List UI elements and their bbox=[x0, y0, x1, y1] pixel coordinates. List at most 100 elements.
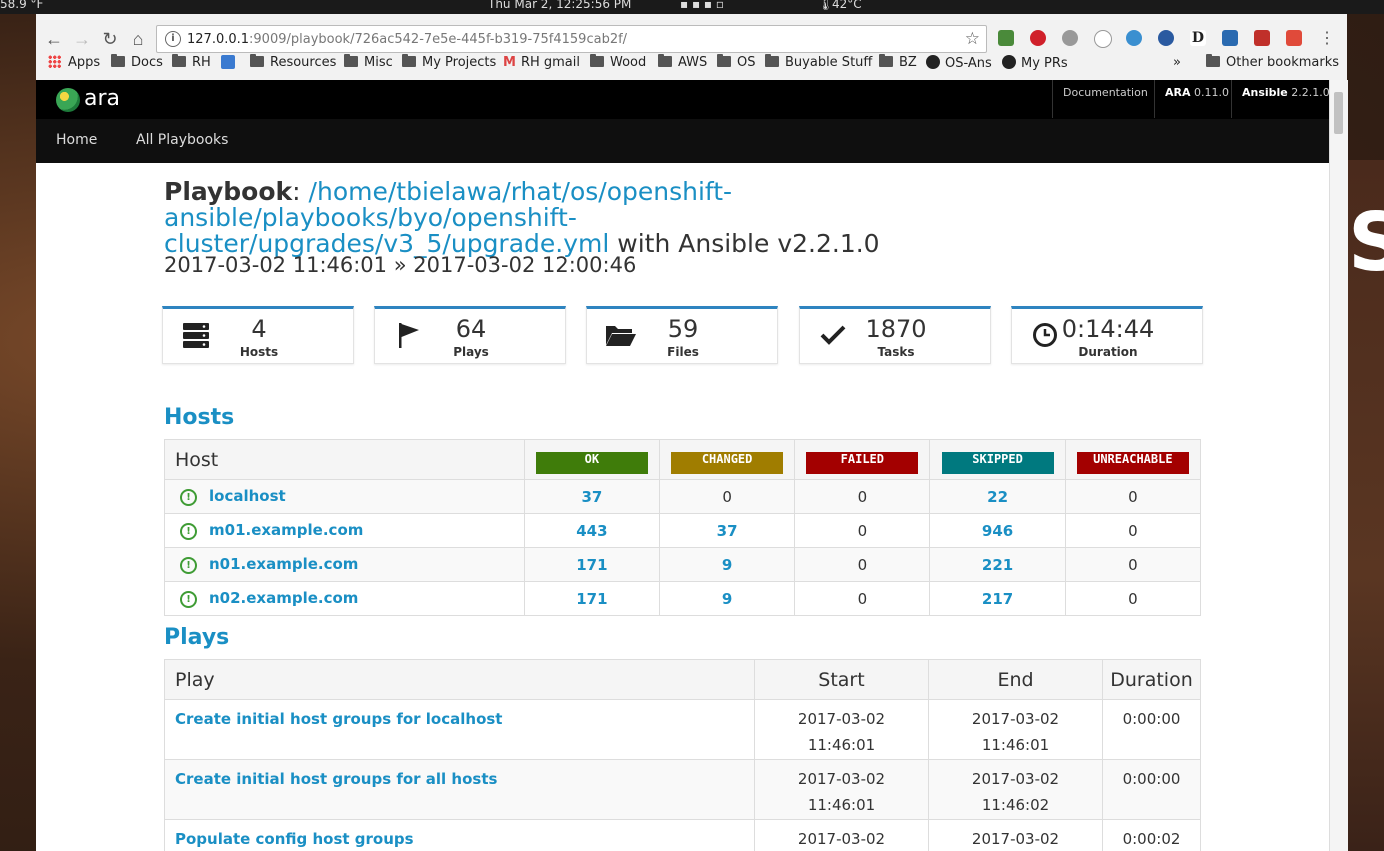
host-link[interactable]: localhost bbox=[209, 487, 286, 505]
host-link[interactable]: n01.example.com bbox=[209, 555, 358, 573]
opera-icon[interactable] bbox=[1030, 30, 1046, 46]
desktop-wallpaper-glyph: S bbox=[1348, 196, 1384, 289]
failed-badge: FAILED bbox=[806, 451, 919, 474]
system-clock[interactable]: Thu Mar 2, 12:25:56 PM bbox=[488, 0, 631, 11]
column-header-end[interactable]: End bbox=[928, 659, 1103, 700]
documentation-link[interactable]: Documentation bbox=[1052, 80, 1158, 118]
google-icon[interactable] bbox=[1094, 30, 1112, 48]
stat-files[interactable]: 59 Files bbox=[586, 306, 778, 364]
ok-count-link[interactable]: 171 bbox=[576, 590, 607, 608]
unreachable-count-cell: 0 bbox=[1064, 513, 1202, 548]
reload-icon[interactable]: ↻ bbox=[99, 28, 121, 50]
changed-count-link[interactable]: 9 bbox=[722, 556, 732, 574]
play-link[interactable]: Populate config host groups bbox=[175, 830, 414, 848]
globe-icon[interactable] bbox=[1158, 30, 1174, 46]
stat-value: 1870 bbox=[865, 315, 927, 343]
page-scrollbar[interactable] bbox=[1329, 80, 1348, 851]
calendar-icon bbox=[221, 55, 235, 69]
skipped-count-link[interactable]: 946 bbox=[982, 522, 1013, 540]
changed-count-link[interactable]: 9 bbox=[722, 590, 732, 608]
logo-text: ara bbox=[84, 86, 121, 111]
play-link[interactable]: Create initial host groups for localhost bbox=[175, 710, 502, 728]
play-end-cell: 2017-03-02 bbox=[928, 819, 1103, 851]
stat-duration[interactable]: 0:14:44 Duration bbox=[1011, 306, 1203, 364]
column-header-unreachable[interactable]: UNREACHABLE bbox=[1064, 439, 1202, 480]
changed-count-cell: 9 bbox=[658, 547, 796, 582]
ok-badge: OK bbox=[535, 451, 648, 474]
ok-count-link[interactable]: 443 bbox=[576, 522, 607, 540]
bookmark-docs[interactable]: Docs bbox=[111, 54, 163, 70]
dict-icon[interactable]: D bbox=[1190, 30, 1206, 46]
stat-plays[interactable]: 64 Plays bbox=[374, 306, 566, 364]
column-header-duration[interactable]: Duration bbox=[1102, 659, 1201, 700]
bookmark-apps[interactable]: Apps bbox=[48, 55, 100, 70]
bookmark-bz[interactable]: BZ bbox=[879, 54, 917, 70]
print-icon[interactable] bbox=[1286, 30, 1302, 46]
stat-label: Hosts bbox=[239, 345, 279, 359]
failed-count-cell: 0 bbox=[794, 479, 931, 514]
extension-icon[interactable] bbox=[1222, 30, 1238, 46]
bookmark-my-prs[interactable]: My PRs bbox=[1002, 55, 1068, 71]
host-link[interactable]: n02.example.com bbox=[209, 589, 358, 607]
skipped-count-link[interactable]: 22 bbox=[987, 488, 1008, 506]
extension-icon[interactable] bbox=[1062, 30, 1078, 46]
bookmark-rh-gmail[interactable]: M RH gmail bbox=[503, 55, 580, 70]
host-link[interactable]: m01.example.com bbox=[209, 521, 363, 539]
scrollbar-thumb[interactable] bbox=[1334, 92, 1343, 134]
play-link[interactable]: Create initial host groups for all hosts bbox=[175, 770, 497, 788]
column-header-failed[interactable]: FAILED bbox=[794, 439, 931, 480]
ok-count-cell: 171 bbox=[523, 581, 661, 616]
skipped-count-link[interactable]: 221 bbox=[982, 556, 1013, 574]
stat-hosts[interactable]: 4 Hosts bbox=[162, 306, 354, 364]
address-bar[interactable]: i 127.0.0.1:9009/playbook/726ac542-7e5e-… bbox=[156, 25, 987, 53]
host-cell: ! n02.example.com bbox=[164, 581, 525, 616]
bookmark-my-projects[interactable]: My Projects bbox=[402, 54, 496, 70]
bookmark-resources[interactable]: Resources bbox=[250, 54, 336, 70]
bookmark-star-icon[interactable]: ☆ bbox=[965, 29, 980, 49]
changed-count-cell: 9 bbox=[658, 581, 796, 616]
table-row: ! m01.example.com 443 37 0 946 0 bbox=[164, 513, 1202, 548]
stat-label: Tasks bbox=[877, 345, 915, 359]
menu-icon[interactable]: ⋮ bbox=[1316, 28, 1338, 50]
ok-count-cell: 443 bbox=[523, 513, 661, 548]
stat-value: 0:14:44 bbox=[1061, 315, 1155, 343]
nav-all-playbooks[interactable]: All Playbooks bbox=[136, 132, 228, 148]
column-header-ok[interactable]: OK bbox=[523, 439, 661, 480]
column-header-play[interactable]: Play bbox=[164, 659, 755, 700]
bookmark-aws[interactable]: AWS bbox=[658, 54, 707, 70]
bookmark-buyable-stuff[interactable]: Buyable Stuff bbox=[765, 54, 872, 70]
column-header-changed[interactable]: CHANGED bbox=[658, 439, 796, 480]
bookmark-os[interactable]: OS bbox=[717, 54, 755, 70]
ok-count-link[interactable]: 171 bbox=[576, 556, 607, 574]
host-cell: ! m01.example.com bbox=[164, 513, 525, 548]
nav-home[interactable]: Home bbox=[56, 132, 97, 148]
back-icon[interactable]: ← bbox=[43, 28, 65, 50]
column-header-host[interactable]: Host bbox=[164, 439, 525, 480]
info-icon[interactable]: i bbox=[165, 31, 181, 47]
bookmark-wood[interactable]: Wood bbox=[590, 54, 646, 70]
bookmark-other[interactable]: Other bookmarks bbox=[1206, 54, 1339, 70]
extension-icon[interactable] bbox=[998, 30, 1014, 46]
home-icon[interactable]: ⌂ bbox=[127, 28, 149, 50]
bookmark-misc[interactable]: Misc bbox=[344, 54, 393, 70]
bookmarks-overflow[interactable]: » bbox=[1173, 55, 1181, 70]
sync-icon[interactable] bbox=[1126, 30, 1142, 46]
bookmark-rh[interactable]: RH bbox=[172, 54, 211, 70]
column-header-start[interactable]: Start bbox=[754, 659, 929, 700]
skipped-count-link[interactable]: 217 bbox=[982, 590, 1013, 608]
ok-count-link[interactable]: 37 bbox=[581, 488, 602, 506]
url-text[interactable]: 127.0.0.1:9009/playbook/726ac542-7e5e-44… bbox=[187, 32, 627, 47]
bookmark-os-ans[interactable]: OS-Ans bbox=[926, 55, 992, 71]
extension-icon[interactable] bbox=[1254, 30, 1270, 46]
folder-icon bbox=[344, 54, 358, 67]
play-start-cell: 2017-03-02 bbox=[754, 819, 929, 851]
bookmarks-bar: Apps Docs RH Resources Misc My Projects … bbox=[36, 52, 1347, 76]
folder-icon bbox=[111, 54, 125, 67]
gmail-icon: M bbox=[503, 55, 516, 70]
changed-count-cell: 37 bbox=[658, 513, 796, 548]
column-header-skipped[interactable]: SKIPPED bbox=[929, 439, 1066, 480]
changed-count-link[interactable]: 37 bbox=[717, 522, 738, 540]
stat-tasks[interactable]: 1870 Tasks bbox=[799, 306, 991, 364]
bookmark-calendar[interactable] bbox=[221, 55, 235, 73]
forward-icon[interactable]: → bbox=[71, 28, 93, 50]
